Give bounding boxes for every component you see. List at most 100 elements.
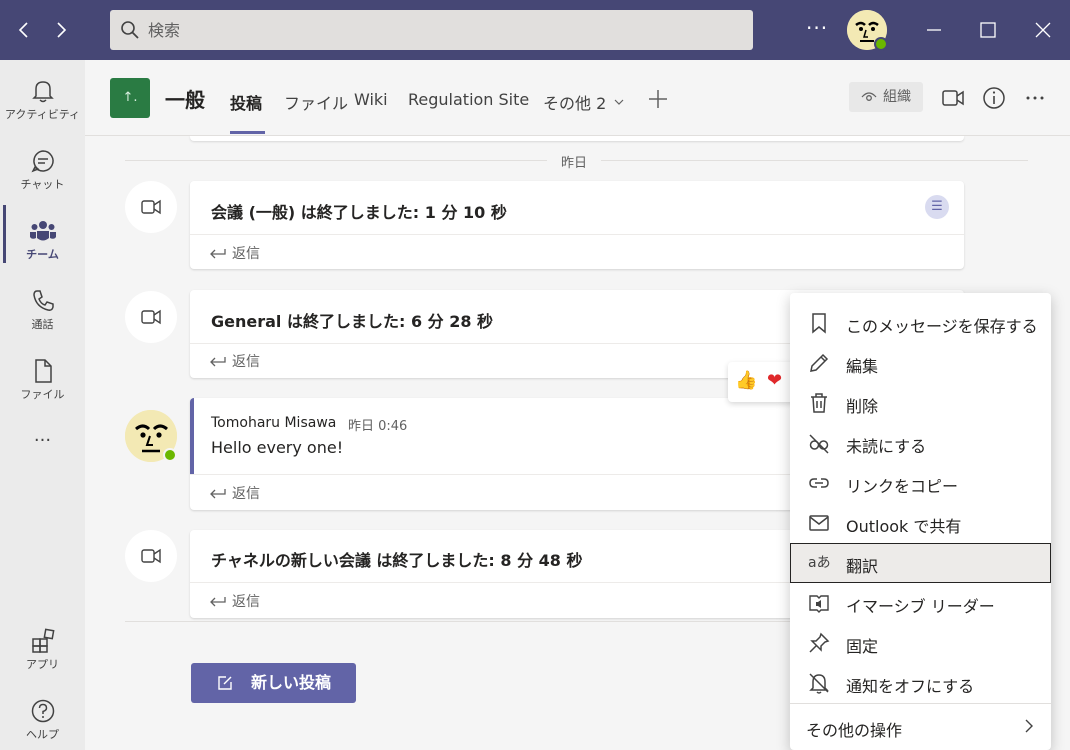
- rail-item-teams[interactable]: チーム: [0, 208, 85, 274]
- menu-item-copy-link[interactable]: リンクをコピー: [790, 463, 1051, 503]
- menu-item-turn-off-notifications[interactable]: 通知をオフにする: [790, 663, 1051, 703]
- eye-icon: [861, 92, 877, 101]
- tab-posts[interactable]: 投稿: [230, 90, 262, 114]
- menu-item-label: 編集: [846, 357, 879, 376]
- more-options-icon[interactable]: ···: [806, 16, 828, 40]
- rail-item-chat[interactable]: チャット: [0, 138, 85, 204]
- rail-item-label: アクティビティ: [4, 108, 81, 121]
- reply-button[interactable]: 返信: [208, 483, 260, 503]
- meeting-ended-text: チャネルの新しい会議 は終了しました: 8 分 48 秒: [211, 551, 583, 570]
- search-icon: [121, 21, 139, 39]
- menu-item-label: 翻訳: [846, 557, 879, 576]
- menu-item-label: 削除: [846, 397, 879, 416]
- video-call-icon: [141, 548, 161, 564]
- active-tab-indicator: [230, 131, 265, 134]
- chat-icon: [30, 150, 54, 173]
- menu-item-more-actions[interactable]: その他の操作: [790, 704, 1051, 750]
- menu-item-label: Outlook で共有: [846, 517, 962, 536]
- search-input[interactable]: [148, 10, 738, 50]
- menu-item-label: 固定: [846, 637, 879, 656]
- meeting-summary-icon[interactable]: ☰: [925, 195, 949, 219]
- mail-icon: [809, 515, 829, 531]
- menu-item-label: 通知をオフにする: [846, 677, 975, 696]
- meet-now-icon[interactable]: [941, 86, 965, 110]
- message-body: Hello every one!: [211, 438, 344, 457]
- reply-label: 返信: [232, 354, 260, 370]
- tab-more-label: その他 2: [543, 94, 607, 113]
- rail-item-calls[interactable]: 通話: [0, 278, 85, 344]
- apps-icon: [31, 628, 55, 653]
- menu-item-edit[interactable]: 編集: [790, 343, 1051, 383]
- video-call-icon: [141, 199, 161, 215]
- reply-label: 返信: [232, 246, 260, 262]
- previous-message-card: [190, 136, 964, 141]
- meeting-ended-text: 会議 (一般) は終了しました: 1 分 10 秒: [211, 203, 507, 222]
- maximize-icon[interactable]: [973, 15, 1003, 45]
- rail-item-label: ファイル: [20, 388, 65, 401]
- menu-item-label: 未読にする: [846, 437, 927, 456]
- app-rail: アクティビティ チャット チーム 通話 ファイル ··· アプリ ヘルプ: [0, 60, 85, 750]
- tab-regulation-site[interactable]: Regulation Site: [408, 90, 529, 109]
- new-post-button[interactable]: 新しい投稿: [191, 663, 356, 703]
- reply-button[interactable]: 返信: [208, 243, 260, 263]
- heart-reaction-icon[interactable]: ❤: [767, 370, 782, 391]
- rail-item-apps[interactable]: アプリ: [0, 618, 85, 684]
- new-post-label: 新しい投稿: [251, 673, 332, 692]
- more-icon: ···: [33, 430, 52, 451]
- pin-icon: [809, 632, 830, 653]
- add-tab-icon[interactable]: [646, 87, 670, 111]
- team-avatar[interactable]: ↑.: [110, 78, 150, 118]
- rail-item-files[interactable]: ファイル: [0, 348, 85, 414]
- compose-icon: [218, 676, 232, 690]
- org-visibility-button[interactable]: 組織: [849, 82, 923, 112]
- rail-item-label: アプリ: [26, 658, 59, 671]
- reply-button[interactable]: 返信: [208, 351, 260, 371]
- presence-available-icon: [163, 448, 177, 462]
- translate-icon: aあ: [808, 555, 831, 571]
- meeting-ended-text: General は終了しました: 6 分 28 秒: [211, 312, 494, 331]
- search-box[interactable]: [110, 10, 753, 50]
- org-label: 組織: [883, 89, 911, 105]
- reply-button[interactable]: 返信: [208, 591, 260, 611]
- reply-icon: [210, 357, 226, 367]
- unread-icon: [809, 434, 829, 454]
- link-icon: [809, 478, 829, 488]
- user-avatar[interactable]: [847, 10, 888, 51]
- menu-item-immersive-reader[interactable]: イマーシブ リーダー: [790, 583, 1051, 623]
- reply-label: 返信: [232, 486, 260, 502]
- more-options-icon[interactable]: [1023, 86, 1047, 110]
- author-avatar[interactable]: [125, 410, 177, 462]
- info-icon[interactable]: [982, 86, 1006, 110]
- menu-item-save[interactable]: このメッセージを保存する: [790, 303, 1051, 343]
- forward-icon[interactable]: [49, 18, 73, 42]
- back-icon[interactable]: [12, 18, 36, 42]
- tab-files[interactable]: ファイル: [284, 90, 348, 114]
- rail-item-activity[interactable]: アクティビティ: [0, 68, 85, 134]
- channel-title: 一般: [165, 88, 205, 112]
- pencil-icon: [810, 353, 829, 372]
- tab-more[interactable]: その他 2: [543, 90, 624, 114]
- menu-item-share-outlook[interactable]: Outlook で共有: [790, 503, 1051, 543]
- menu-item-label: その他の操作: [806, 721, 903, 740]
- reply-icon: [210, 489, 226, 499]
- menu-item-label: イマーシブ リーダー: [846, 597, 995, 616]
- rail-item-help[interactable]: ヘルプ: [0, 688, 85, 750]
- like-reaction-icon[interactable]: 👍: [735, 370, 757, 391]
- menu-item-translate[interactable]: aあ 翻訳: [790, 543, 1051, 583]
- rail-item-label: ヘルプ: [26, 728, 59, 741]
- tab-wiki[interactable]: Wiki: [354, 90, 388, 109]
- menu-item-mark-unread[interactable]: 未読にする: [790, 423, 1051, 463]
- rail-more-apps[interactable]: ···: [0, 428, 85, 458]
- menu-item-pin[interactable]: 固定: [790, 623, 1051, 663]
- title-bar: ···: [0, 0, 1070, 60]
- reply-icon: [210, 249, 226, 259]
- message-context-menu: このメッセージを保存する 編集 削除 未読にする リンクをコピー Outlook…: [790, 293, 1051, 750]
- menu-item-delete[interactable]: 削除: [790, 383, 1051, 423]
- card-divider: [190, 234, 964, 235]
- close-icon[interactable]: [1028, 15, 1058, 45]
- minimize-icon[interactable]: [919, 15, 949, 45]
- chevron-down-icon: [614, 99, 624, 105]
- message-card[interactable]: 会議 (一般) は終了しました: 1 分 10 秒 ☰ 返信: [190, 181, 964, 269]
- reply-label: 返信: [232, 594, 260, 610]
- message-author[interactable]: Tomoharu Misawa: [211, 415, 336, 431]
